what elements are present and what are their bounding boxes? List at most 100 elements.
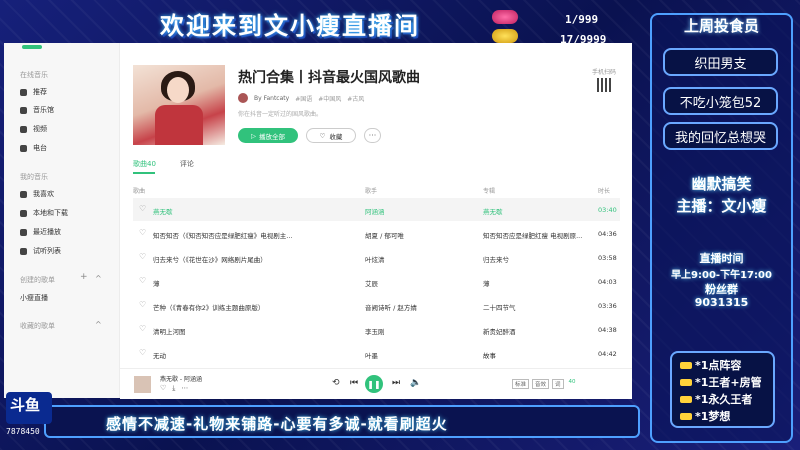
player-bar: 燕无歇 - 阿涵涵 ♡ ⤓ ⋯ ⟲ ⏮ ❚❚ ⏭ 🔈 标准 音效 词 40: [120, 368, 632, 399]
song-row[interactable]: ♡ 清明上河图 李玉刚 新贵妃醉酒 04:38: [133, 318, 620, 341]
gift-item: *1梦想: [680, 408, 730, 424]
download-icon[interactable]: ⤓: [172, 384, 175, 393]
heart-icon[interactable]: ♡: [139, 276, 146, 285]
tab-comments[interactable]: 评论: [180, 159, 194, 169]
header-duration[interactable]: 时长: [598, 186, 610, 195]
favorite-button[interactable]: ♡ 收藏: [306, 128, 356, 143]
song-artist[interactable]: 艾辰: [365, 278, 475, 288]
tab-songs[interactable]: 歌曲40: [133, 159, 156, 169]
song-row[interactable]: ♡ 燕无歇 阿涵涵 燕无歇 03:40: [133, 198, 620, 221]
heart-icon[interactable]: ♡: [139, 300, 146, 309]
song-artist[interactable]: 音阙诗听 / 赵方婧: [365, 302, 475, 312]
fan-name: 不吃小笼包52: [663, 87, 778, 115]
recommend-icon: [20, 88, 27, 96]
song-artist[interactable]: 李玉刚: [365, 326, 475, 336]
quality-button[interactable]: 标准: [512, 379, 530, 389]
gift-icon: [680, 378, 692, 386]
song-row[interactable]: ♡ 薄艾辰薄 04:03: [133, 270, 620, 293]
song-album[interactable]: 新贵妃醉酒: [483, 326, 591, 336]
sidebar-item-trial[interactable]: 试听列表: [20, 246, 61, 256]
video-icon: [20, 125, 27, 133]
play-icon: ▷: [251, 131, 256, 140]
heart-icon[interactable]: ♡: [160, 384, 166, 393]
song-artist[interactable]: 阿涵涵: [365, 206, 475, 216]
previous-icon[interactable]: ⏮: [350, 378, 358, 388]
volume-icon[interactable]: 🔈: [410, 378, 421, 388]
tag[interactable]: #古风: [347, 94, 364, 103]
heart-icon[interactable]: ♡: [139, 252, 146, 261]
song-title[interactable]: 燕无歇: [153, 206, 343, 216]
tag[interactable]: #国语: [295, 94, 312, 103]
top-feeders-title: 上周投食员: [683, 17, 759, 35]
sidebar-item-playlist[interactable]: 小瘦直播: [20, 293, 48, 303]
song-title[interactable]: 薄: [153, 278, 343, 288]
sidebar-section-created: 创建的歌单: [20, 276, 55, 284]
lyric-button[interactable]: 词: [552, 379, 564, 389]
content-tabs: 歌曲40 评论: [133, 159, 194, 169]
radio-icon: [20, 144, 27, 152]
effect-button[interactable]: 音效: [532, 379, 550, 389]
song-artist[interactable]: 胡夏 / 郁可唯: [365, 230, 475, 240]
collapse-fav-icon[interactable]: ^: [95, 320, 102, 329]
song-title[interactable]: 无动: [153, 350, 343, 360]
author-row: By Fantcaty #国语 #中国风 #古风: [238, 93, 364, 103]
playlist-count[interactable]: 40: [567, 379, 578, 389]
song-artist[interactable]: 叶墨: [365, 350, 475, 360]
next-icon[interactable]: ⏭: [392, 378, 400, 388]
song-artist[interactable]: 叶炫清: [365, 254, 475, 264]
playlist-description: 你在抖音一定听过的国风歌曲。: [238, 111, 323, 118]
rank-badge-icon: [492, 10, 518, 24]
author-name[interactable]: By Fantcaty: [254, 95, 289, 102]
computer-icon: [20, 209, 27, 217]
qr-code[interactable]: 手机扫码: [590, 67, 618, 92]
song-duration: 03:40: [598, 206, 617, 214]
sidebar-item-radio[interactable]: 电台: [20, 143, 47, 153]
heart-icon[interactable]: ♡: [139, 324, 146, 333]
header-song[interactable]: 歌曲: [133, 186, 145, 195]
pause-button[interactable]: ❚❚: [365, 375, 383, 393]
list-icon: [20, 247, 27, 255]
song-title[interactable]: 清明上河图: [153, 326, 343, 336]
heart-icon[interactable]: ♡: [139, 204, 146, 213]
song-title[interactable]: 芒种（《青春有你2》训练主题曲原版）: [153, 302, 343, 312]
song-album[interactable]: 燕无歇: [483, 206, 591, 216]
song-row[interactable]: ♡ 无动 叶墨 故事 04:42: [133, 342, 620, 365]
sidebar-item-recent[interactable]: 最近播放: [20, 227, 61, 237]
song-album[interactable]: 故事: [483, 350, 591, 360]
sidebar-item-local[interactable]: 本地和下载: [20, 208, 68, 218]
header-artist[interactable]: 歌手: [365, 186, 377, 195]
now-playing-cover[interactable]: [134, 376, 151, 393]
sidebar-item-liked[interactable]: 我喜欢: [20, 189, 54, 199]
sidebar-item-video[interactable]: 视频: [20, 124, 47, 134]
collapse-created-icon[interactable]: ^: [95, 274, 102, 283]
gift-item: *1点阵容: [680, 357, 741, 373]
header-album[interactable]: 专辑: [483, 186, 495, 195]
song-duration: 03:58: [598, 254, 617, 262]
sidebar-item-music-hall[interactable]: 音乐馆: [20, 105, 54, 115]
tag[interactable]: #中国风: [318, 94, 341, 103]
loop-icon[interactable]: ⟲: [332, 378, 340, 388]
song-title[interactable]: 知否知否（《知否知否应是绿肥红瘦》电视剧主...: [153, 230, 343, 240]
heart-icon[interactable]: ♡: [139, 348, 146, 357]
music-note-icon: [20, 106, 27, 114]
play-all-button[interactable]: ▷ 播放全部: [238, 128, 298, 143]
sidebar-item-recommend[interactable]: 推荐: [20, 87, 47, 97]
song-album[interactable]: 薄: [483, 278, 591, 288]
song-row[interactable]: ♡ 归去来兮（《花世在沙》网络剧片尾曲） 叶炫清 归去来兮 03:58: [133, 246, 620, 269]
heart-icon[interactable]: ♡: [139, 228, 146, 237]
now-playing-song[interactable]: 燕无歇 - 阿涵涵: [160, 374, 202, 383]
song-album[interactable]: 二十四节气: [483, 302, 591, 312]
song-album[interactable]: 归去来兮: [483, 254, 591, 264]
banner-text: 感情不减速-礼物来铺路-心要有多诚-就看刷超火: [106, 415, 448, 433]
gift-icon: [680, 412, 692, 420]
sidebar: 在线音乐 推荐 音乐馆 视频 电台 我的音乐 我喜欢 本地和下载 最近播放 试听…: [4, 43, 120, 398]
song-row[interactable]: ♡ 芒种（《青春有你2》训练主题曲原版） 音阙诗听 / 赵方婧 二十四节气 03:36: [133, 294, 620, 317]
song-row[interactable]: ♡ 知否知否（《知否知否应是绿肥红瘦》电视剧主... 胡夏 / 郁可唯 知否知否应是绿…: [133, 222, 620, 245]
add-playlist-icon[interactable]: +: [80, 272, 88, 282]
song-title[interactable]: 归去来兮（《花世在沙》网络剧片尾曲）: [153, 254, 343, 264]
avatar[interactable]: [238, 93, 248, 103]
platform-logo: 斗鱼: [6, 392, 52, 424]
song-album[interactable]: 知否知否应是绿肥红瘦 电视剧原...: [483, 230, 591, 240]
more-icon[interactable]: ⋯: [181, 384, 188, 393]
more-button[interactable]: ···: [364, 128, 381, 143]
